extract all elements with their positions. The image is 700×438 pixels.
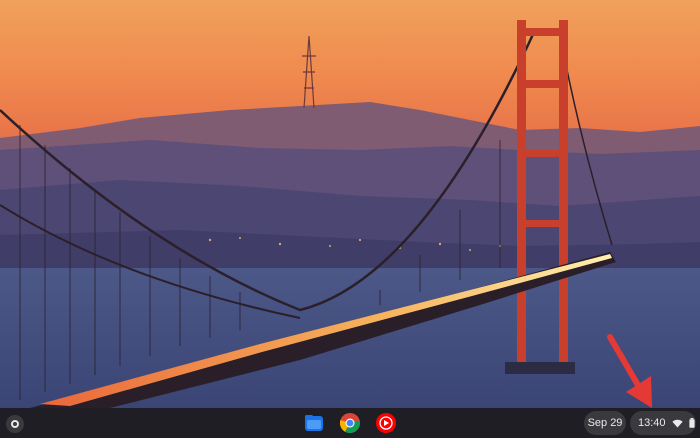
wifi-icon	[671, 419, 683, 428]
launcher-circle-icon	[11, 420, 19, 428]
battery-icon	[688, 418, 695, 428]
files-app-icon[interactable]	[302, 411, 326, 435]
launcher-button[interactable]	[6, 415, 24, 433]
desktop-wallpaper	[0, 0, 700, 408]
clock-label: 13:40	[638, 417, 666, 429]
chrome-app-icon[interactable]	[338, 411, 362, 435]
date-tray[interactable]: Sep 29	[584, 411, 626, 435]
youtube-music-app-icon[interactable]	[374, 411, 398, 435]
status-tray[interactable]: 13:40	[630, 411, 696, 435]
shelf: Sep 29 13:40	[0, 408, 700, 438]
pinned-apps	[302, 411, 398, 435]
date-label: Sep 29	[587, 417, 623, 429]
